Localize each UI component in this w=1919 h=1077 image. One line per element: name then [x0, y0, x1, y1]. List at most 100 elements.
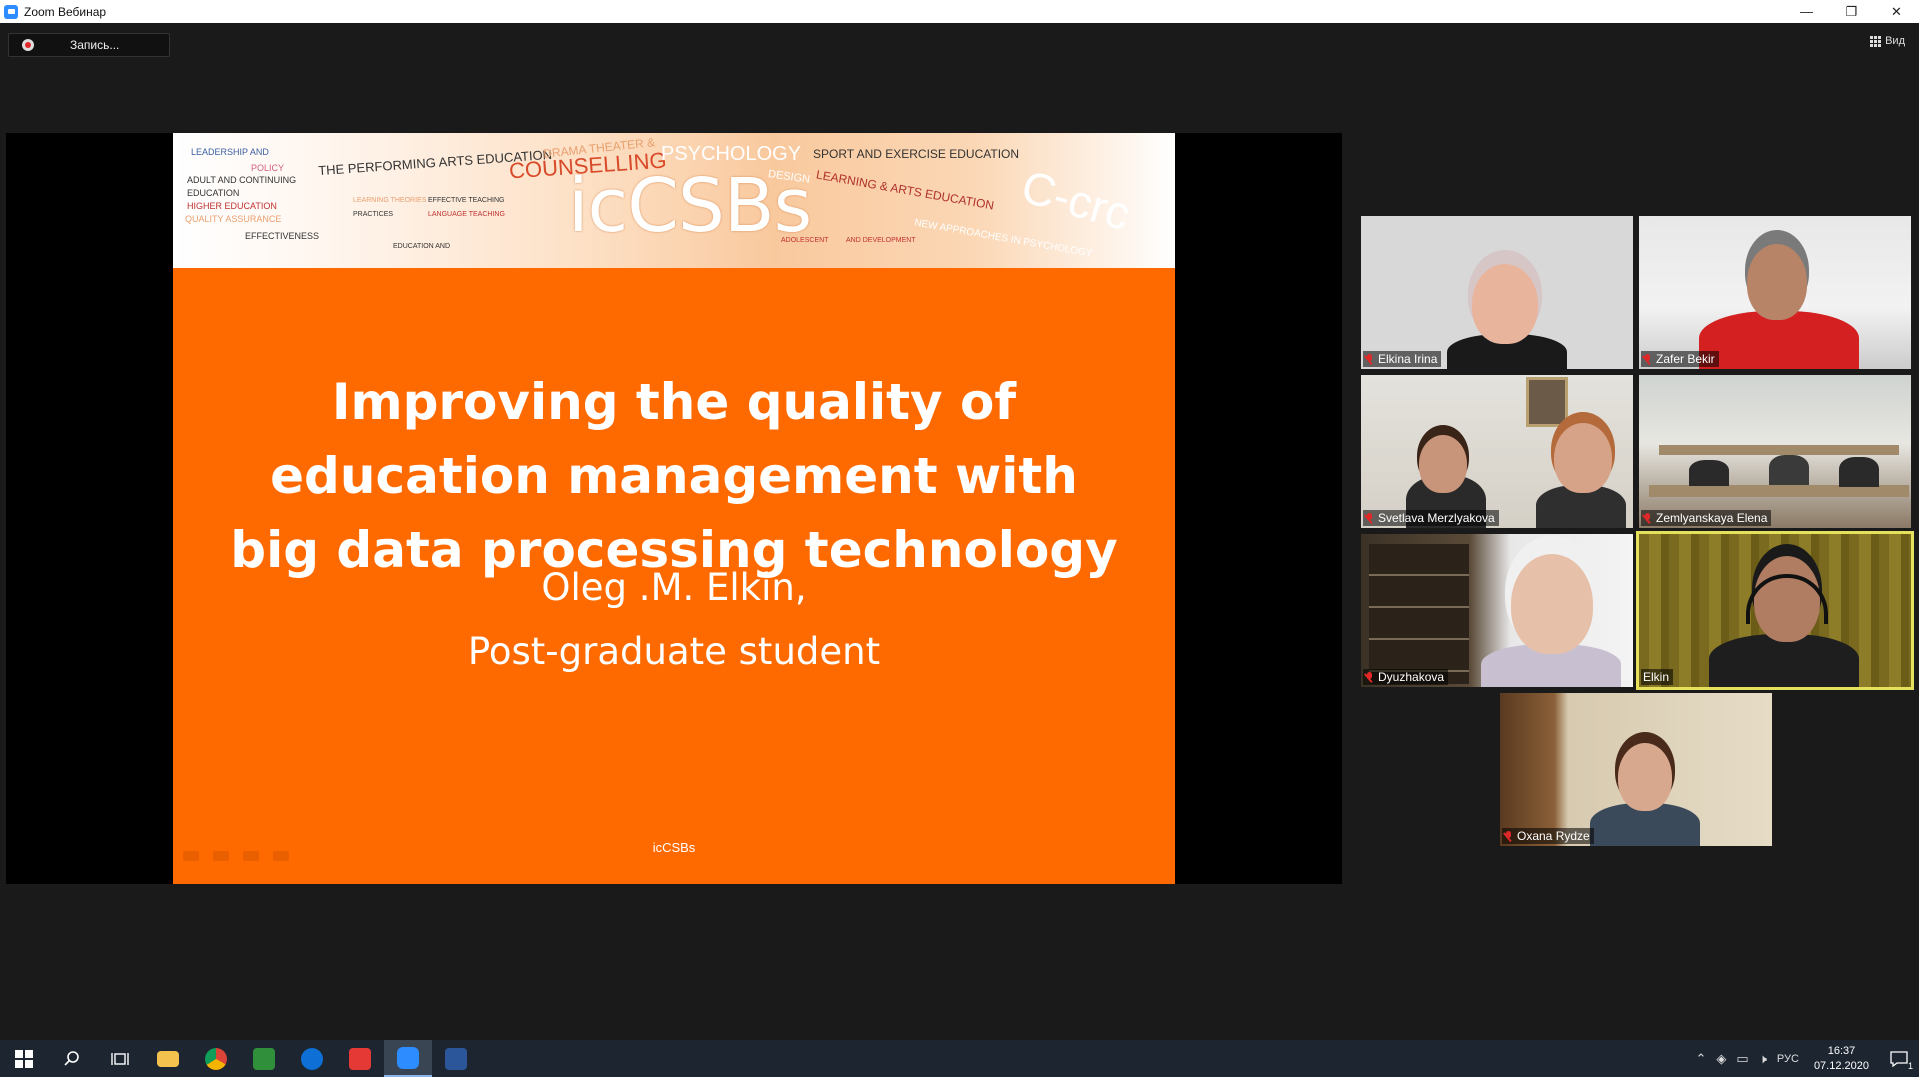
file-explorer-button[interactable] — [144, 1040, 192, 1077]
banner-word: LEARNING & ARTS EDUCATION — [815, 167, 996, 213]
banner-word: LEARNING THEORIES — [353, 197, 427, 204]
slide-footer: icCSBs — [652, 840, 696, 855]
video-tile[interactable]: Dyuzhakova — [1361, 534, 1633, 687]
shared-screen[interactable]: LEADERSHIP AND POLICY ADULT AND CONTINUI… — [6, 133, 1342, 884]
participant-name-tag: Oxana Rydze — [1502, 828, 1594, 844]
banner-word: EFFECTIVE TEACHING — [428, 197, 505, 204]
muted-mic-icon — [1504, 830, 1513, 842]
prev-slide-icon[interactable] — [183, 851, 199, 861]
search-button[interactable] — [48, 1040, 96, 1077]
video-tile[interactable]: Zemlyanskaya Elena — [1639, 375, 1911, 528]
banner-word: ADULT AND CONTINUING — [187, 175, 297, 185]
video-tile[interactable]: Zafer Bekir — [1639, 216, 1911, 369]
language-indicator[interactable]: РУС — [1777, 1053, 1799, 1065]
recording-button[interactable]: Запись... — [8, 33, 170, 57]
notifications-button[interactable]: 1 — [1879, 1040, 1919, 1077]
participant-figure — [1419, 435, 1467, 493]
banner-word: PRACTICES — [353, 211, 394, 218]
window-title: Zoom Вебинар — [24, 4, 107, 19]
banner-logo-title: icCSBs — [568, 163, 812, 249]
spreadsheet-icon — [253, 1047, 275, 1070]
network-icon[interactable]: ▭ — [1736, 1051, 1748, 1067]
close-button[interactable]: ✕ — [1874, 0, 1919, 23]
banner-word: LEADERSHIP AND — [191, 147, 269, 157]
banner-word: C-crc — [1015, 159, 1136, 241]
participant-name: Zemlyanskaya Elena — [1656, 511, 1768, 525]
slide-author: Oleg .M. Elkin, — [541, 566, 807, 609]
task-view-button[interactable] — [96, 1040, 144, 1077]
volume-icon[interactable]: 🕨 — [1759, 1051, 1767, 1067]
view-label: Вид — [1885, 35, 1905, 47]
participant-name-tag: Dyuzhakova — [1363, 669, 1449, 685]
recording-icon — [22, 39, 34, 51]
teamviewer-button[interactable] — [288, 1040, 336, 1077]
chrome-button[interactable] — [192, 1040, 240, 1077]
video-tile[interactable]: Svetlava Merzlyakova — [1361, 375, 1633, 528]
presentation-slide: LEADERSHIP AND POLICY ADULT AND CONTINUI… — [173, 133, 1175, 884]
participant-name: Elkina Irina — [1378, 352, 1438, 366]
view-button[interactable]: Вид — [1870, 35, 1905, 47]
spreadsheet-app-button[interactable] — [240, 1040, 288, 1077]
participant-figure — [1511, 554, 1593, 654]
restore-button[interactable]: ❐ — [1829, 0, 1874, 23]
notification-count: 1 — [1907, 1061, 1913, 1071]
banner-word: POLICY — [251, 163, 285, 173]
word-button[interactable] — [432, 1040, 480, 1077]
slideshow-toolbar[interactable] — [183, 851, 289, 861]
start-button[interactable] — [0, 1040, 48, 1077]
student-figure — [1769, 455, 1809, 485]
banner-word: AND DEVELOPMENT — [846, 237, 916, 244]
slide-heading-line: education management with — [270, 447, 1078, 505]
windows-taskbar: ⌃ ◈ ▭ 🕨 РУС 16:37 07.12.2020 1 — [0, 1040, 1919, 1077]
notification-icon — [1890, 1050, 1908, 1067]
muted-mic-icon — [1365, 671, 1374, 683]
search-icon — [64, 1050, 79, 1066]
clock[interactable]: 16:37 07.12.2020 — [1814, 1044, 1869, 1074]
participant-name: Oxana Rydze — [1517, 829, 1590, 843]
muted-mic-icon — [1643, 512, 1652, 524]
participant-name-tag: Elkina Irina — [1363, 351, 1442, 367]
participant-figure — [1618, 743, 1672, 811]
banner-word: EDUCATION AND — [393, 243, 451, 250]
banner-word: LANGUAGE TEACHING — [428, 211, 505, 218]
folder-icon — [157, 1050, 179, 1067]
banner-word: SPORT AND EXERCISE EDUCATION — [813, 147, 1020, 161]
zoom-icon — [397, 1046, 419, 1069]
slide-heading: Improving the quality of education manag… — [173, 365, 1175, 587]
window-controls: — ❐ ✕ — [1784, 0, 1919, 23]
participant-name: Elkin — [1643, 670, 1670, 684]
slide-banner: LEADERSHIP AND POLICY ADULT AND CONTINUI… — [173, 133, 1175, 268]
muted-mic-icon — [1365, 353, 1374, 365]
anydesk-button[interactable] — [336, 1040, 384, 1077]
window-titlebar: Zoom Вебинар — ❐ ✕ — [0, 0, 1919, 23]
clock-date: 07.12.2020 — [1813, 1059, 1869, 1072]
video-tile[interactable]: Elkina Irina — [1361, 216, 1633, 369]
system-tray: ⌃ ◈ ▭ 🕨 РУС 16:37 07.12.2020 1 — [1691, 1040, 1919, 1077]
banner-word: EDUCATION — [187, 188, 240, 198]
participant-name-tag: Zafer Bekir — [1641, 351, 1719, 367]
chevron-up-icon[interactable]: ⌃ — [1696, 1051, 1707, 1067]
word-icon — [445, 1047, 467, 1070]
active-speaker-tile[interactable]: Elkin — [1636, 531, 1914, 690]
student-figure — [1839, 457, 1879, 487]
slides-icon[interactable] — [243, 851, 259, 861]
participant-figure — [1747, 244, 1807, 320]
student-figure — [1689, 460, 1729, 486]
pen-icon[interactable] — [213, 851, 229, 861]
chrome-icon — [205, 1047, 227, 1070]
slide-role: Post-graduate student — [467, 630, 881, 673]
minimize-button[interactable]: — — [1784, 0, 1829, 23]
participant-name: Dyuzhakova — [1378, 670, 1445, 684]
participant-name-tag: Elkin — [1641, 669, 1674, 685]
participant-figure — [1472, 264, 1538, 344]
participant-name-tag: Zemlyanskaya Elena — [1641, 510, 1772, 526]
participant-figure — [1554, 423, 1612, 493]
banner-word: EFFECTIVENESS — [245, 231, 320, 241]
more-icon[interactable] — [273, 851, 289, 861]
shield-icon[interactable]: ◈ — [1716, 1051, 1726, 1067]
banner-word: QUALITY ASSURANCE — [185, 214, 282, 224]
video-tile[interactable]: Oxana Rydze — [1500, 693, 1772, 846]
zoom-taskbar-button[interactable] — [384, 1040, 432, 1077]
grid-view-icon — [1870, 35, 1882, 47]
classroom-desk — [1659, 445, 1899, 455]
